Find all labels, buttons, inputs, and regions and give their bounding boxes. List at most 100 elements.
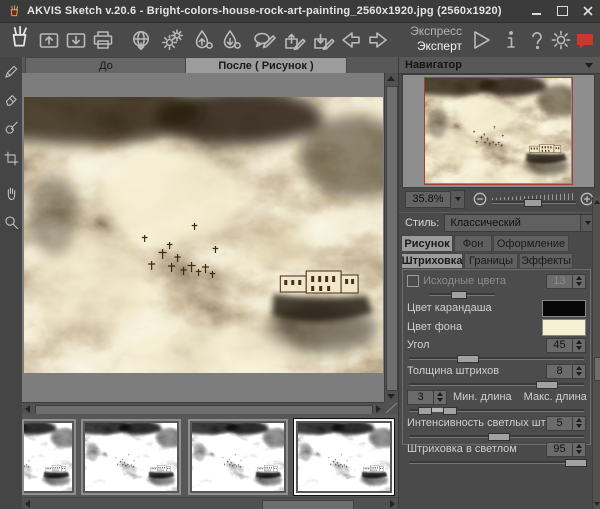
export-preset-button[interactable] — [218, 27, 244, 53]
max-length-handle[interactable] — [443, 407, 457, 415]
canvas-viewport[interactable] — [22, 73, 398, 402]
background-color-swatch[interactable] — [542, 319, 586, 336]
tab-decoration[interactable]: Оформление — [493, 235, 569, 252]
tab-hatching[interactable]: Штриховка — [401, 253, 463, 269]
hatching-in-light-handle[interactable] — [565, 459, 587, 467]
source-colors-value[interactable]: 13 — [546, 274, 573, 289]
feedback-icon[interactable] — [572, 27, 598, 53]
pencil-color-swatch[interactable] — [542, 300, 586, 317]
light-strokes-intensity-spinner[interactable] — [573, 416, 586, 431]
save-settings-button[interactable] — [310, 27, 336, 53]
angle-value[interactable]: 45 — [546, 338, 573, 353]
resize-grip[interactable] — [384, 402, 398, 414]
hand-tool-button[interactable] — [1, 183, 21, 203]
save-image-button[interactable] — [63, 27, 89, 53]
panel-scroll-down-icon[interactable] — [594, 502, 600, 506]
length-range-slider[interactable] — [407, 406, 586, 414]
tab-drawing[interactable]: Рисунок — [401, 235, 453, 252]
stroke-thickness-value[interactable]: 8 — [546, 364, 573, 379]
source-colors-checkbox[interactable] — [407, 275, 419, 287]
light-strokes-intensity-slider[interactable] — [407, 432, 586, 440]
canvas-vertical-scrollbar[interactable] — [384, 73, 398, 402]
scroll-left-icon[interactable] — [25, 405, 30, 413]
tab-effects[interactable]: Эффекты — [519, 253, 573, 269]
min-length-spinner[interactable] — [434, 390, 447, 405]
open-image-button[interactable] — [36, 27, 62, 53]
source-colors-slider-handle[interactable] — [451, 291, 467, 299]
close-button[interactable] — [580, 4, 596, 18]
stroke-thickness-slider-handle[interactable] — [536, 381, 558, 389]
angle-slider-handle[interactable] — [457, 355, 479, 363]
stroke-thickness-spinner[interactable] — [573, 364, 586, 379]
zoom-level-dropdown[interactable] — [451, 190, 465, 209]
source-colors-label: Исходные цвета — [423, 275, 546, 287]
tab-background[interactable]: Фон — [454, 235, 492, 252]
minimize-button[interactable] — [528, 4, 544, 18]
print-button[interactable] — [90, 27, 116, 53]
min-length-value[interactable]: 3 — [407, 390, 434, 405]
zoom-slider[interactable] — [492, 192, 576, 206]
timeline-thumbnail-3[interactable] — [188, 419, 288, 495]
timeline-scrollbar[interactable] — [22, 497, 398, 509]
info-button[interactable] — [498, 27, 524, 53]
sub-tabs: Штриховка Границы Эффекты — [401, 253, 599, 269]
navigator-view-frame[interactable] — [424, 77, 573, 185]
import-preset-button[interactable] — [190, 27, 216, 53]
crop-tool-button[interactable] — [1, 148, 21, 168]
min-length-handle[interactable] — [418, 407, 432, 415]
redo-button[interactable] — [365, 27, 391, 53]
navigator-header[interactable]: Навигатор — [399, 57, 600, 74]
result-image[interactable] — [24, 97, 383, 373]
eraser-tool-button[interactable] — [1, 89, 21, 109]
vertical-scroll-thumb[interactable] — [386, 86, 398, 391]
collapse-icon[interactable] — [585, 63, 593, 68]
run-processing-button[interactable] — [468, 27, 494, 53]
scroll-down-icon[interactable] — [387, 394, 395, 399]
source-colors-spinner[interactable] — [573, 274, 586, 289]
tab-edges[interactable]: Границы — [464, 253, 518, 269]
load-settings-button[interactable] — [281, 27, 307, 53]
tab-after[interactable]: После ( Рисунок ) — [185, 57, 347, 73]
angle-slider[interactable] — [407, 354, 586, 362]
help-button[interactable] — [524, 27, 550, 53]
edit-annotation-button[interactable] — [251, 27, 277, 53]
zoom-level-value[interactable]: 35.8% — [405, 191, 451, 208]
maximize-button[interactable] — [554, 4, 570, 18]
timeline-thumbnail-2[interactable] — [81, 419, 181, 495]
panel-scrollbar[interactable] — [592, 197, 600, 509]
style-select[interactable]: Классический — [444, 214, 596, 232]
light-strokes-intensity-value[interactable]: 5 — [546, 416, 573, 431]
settings-panel: Навигатор 35.8% Стиль: Классический — [398, 57, 600, 509]
timeline-scroll-left-icon[interactable] — [25, 500, 30, 508]
hatching-in-light-spinner[interactable] — [573, 442, 586, 457]
panel-scroll-up-icon[interactable] — [594, 200, 600, 204]
publish-web-button[interactable] — [128, 27, 154, 53]
zoom-out-button[interactable] — [473, 192, 487, 206]
view-tabs: До После ( Рисунок ) — [22, 57, 398, 74]
timeline-thumbnail-1[interactable] — [22, 419, 76, 495]
source-colors-slider[interactable] — [427, 290, 497, 298]
batch-processing-button[interactable] — [160, 27, 186, 53]
light-strokes-intensity-handle[interactable] — [488, 433, 510, 441]
scroll-up-icon[interactable] — [387, 76, 395, 81]
mode-expert-button[interactable]: Эксперт — [410, 39, 462, 54]
blend-tool-button[interactable] — [1, 118, 21, 138]
undo-button[interactable] — [338, 27, 364, 53]
tab-before[interactable]: До — [25, 57, 187, 73]
hatching-in-light-slider[interactable] — [407, 458, 586, 466]
timeline-scroll-right-icon[interactable] — [390, 500, 395, 508]
magnifier-tool-button[interactable] — [1, 212, 21, 232]
mode-express-button[interactable]: Экспресс — [410, 24, 462, 39]
hatching-in-light-value[interactable]: 95 — [546, 442, 573, 457]
stroke-thickness-slider[interactable] — [407, 380, 586, 388]
timeline-scroll-thumb[interactable] — [262, 500, 354, 509]
zoom-slider-handle[interactable] — [524, 199, 542, 207]
scroll-right-icon[interactable] — [376, 405, 381, 413]
panel-scroll-thumb[interactable] — [594, 357, 600, 381]
pencil-color-label: Цвет карандаша — [407, 302, 542, 314]
pencil-tool-button[interactable] — [1, 61, 21, 81]
timeline-thumbnail-4-selected[interactable] — [294, 419, 394, 495]
angle-spinner[interactable] — [573, 338, 586, 353]
preferences-button[interactable] — [548, 27, 574, 53]
navigator-preview[interactable] — [402, 74, 595, 188]
